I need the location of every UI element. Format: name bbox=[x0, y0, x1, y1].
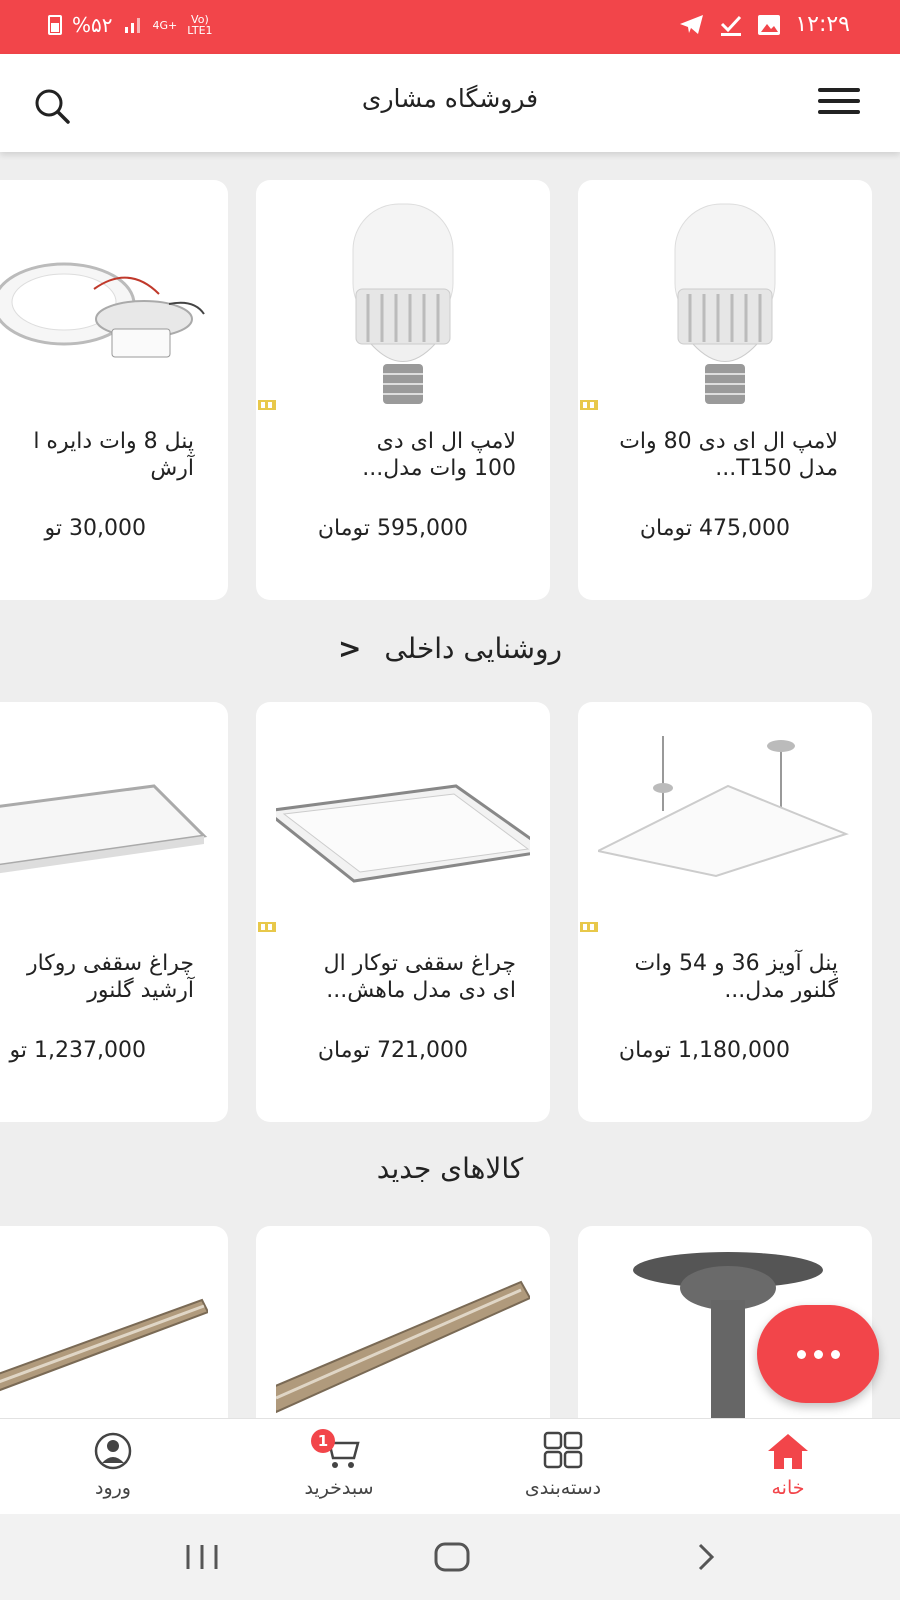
product-name: لامپ ال ای دی 100 وات مدل... bbox=[362, 429, 516, 481]
status-right: ۱۲:۲۹ bbox=[679, 12, 850, 37]
product-row-new bbox=[0, 1226, 900, 1418]
nav-login[interactable]: ورود bbox=[38, 1431, 188, 1499]
product-card[interactable] bbox=[0, 1226, 228, 1418]
chevron-left-icon: < bbox=[337, 632, 362, 665]
recent-apps-icon[interactable] bbox=[182, 1542, 222, 1572]
app-header: فروشگاه مشاری bbox=[0, 54, 900, 152]
product-price: 721,000 تومان bbox=[317, 1038, 468, 1063]
network-type: 4G+ bbox=[152, 18, 178, 32]
brand-badge-icon bbox=[580, 400, 598, 410]
check-download-icon bbox=[721, 15, 742, 36]
gallery-icon bbox=[758, 14, 781, 35]
product-image bbox=[264, 1240, 532, 1418]
product-card[interactable]: پنل 8 وات دایره ا آرش 30,000 تو bbox=[0, 180, 228, 600]
bottom-navigation: خانه دسته‌بندی 1 سبدخرید ورود bbox=[0, 1418, 900, 1514]
menu-icon bbox=[818, 99, 860, 103]
menu-icon bbox=[818, 88, 860, 92]
product-price: 30,000 تو bbox=[44, 516, 146, 541]
volte-bottom: LTE1 bbox=[187, 24, 213, 37]
section-title: روشنایی داخلی bbox=[384, 632, 563, 665]
product-image bbox=[594, 716, 852, 936]
brand-badge-icon bbox=[258, 400, 276, 410]
battery-level: %۵۲ bbox=[72, 13, 113, 37]
product-card[interactable]: پنل آویز 36 و 54 وات گلنور مدل... 1,180,… bbox=[578, 702, 872, 1122]
cart-count-badge: 1 bbox=[311, 1429, 335, 1453]
product-card[interactable] bbox=[256, 1226, 550, 1418]
brand-badge-icon bbox=[258, 922, 276, 932]
product-price: 475,000 تومان bbox=[639, 516, 790, 541]
nav-login-label: ورود bbox=[95, 1477, 131, 1499]
product-card[interactable]: چراغ سقفی روکار آرشید گلنور 1,237,000 تو bbox=[0, 702, 228, 1122]
grid-icon bbox=[543, 1431, 583, 1469]
more-options-button[interactable] bbox=[757, 1305, 879, 1403]
battery-icon bbox=[48, 15, 62, 35]
menu-icon bbox=[818, 110, 860, 114]
volte-indicator: Vo) LTE1 bbox=[187, 14, 212, 36]
brand-badge-icon bbox=[580, 922, 598, 932]
section-new-products: کالاهای جدید bbox=[0, 1152, 900, 1185]
product-row-featured: لامپ ال ای دی 80 وات مدل T150... 475,000… bbox=[0, 180, 900, 600]
page-title: فروشگاه مشاری bbox=[361, 84, 539, 113]
product-image bbox=[0, 1240, 210, 1418]
product-price: 1,180,000 تومان bbox=[618, 1038, 790, 1063]
home-icon bbox=[768, 1434, 808, 1469]
more-dots-icon bbox=[796, 1349, 806, 1359]
nav-home-label: خانه bbox=[771, 1477, 805, 1499]
product-card[interactable]: لامپ ال ای دی 100 وات مدل... 595,000 توم… bbox=[256, 180, 550, 600]
home-system-icon[interactable] bbox=[432, 1542, 472, 1572]
product-row-indoor: پنل آویز 36 و 54 وات گلنور مدل... 1,180,… bbox=[0, 702, 900, 1122]
menu-button[interactable] bbox=[818, 88, 860, 118]
section-title: کالاهای جدید bbox=[376, 1152, 524, 1185]
more-dots-icon bbox=[830, 1349, 840, 1359]
section-indoor-lighting[interactable]: روشنایی داخلی < bbox=[0, 632, 900, 665]
cart-icon-wrap: 1 bbox=[311, 1429, 361, 1471]
product-image bbox=[0, 716, 208, 936]
telegram-icon bbox=[680, 14, 704, 34]
product-name: چراغ سقفی توکار ال ای دی مدل ماهش... bbox=[323, 951, 516, 1003]
product-name: لامپ ال ای دی 80 وات مدل T150... bbox=[619, 429, 838, 481]
clock: ۱۲:۲۹ bbox=[795, 12, 850, 37]
product-card[interactable]: چراغ سقفی توکار ال ای دی مدل ماهش... 721… bbox=[256, 702, 550, 1122]
nav-cart[interactable]: 1 سبدخرید bbox=[264, 1429, 414, 1499]
user-icon bbox=[94, 1432, 132, 1470]
product-image bbox=[598, 194, 852, 414]
product-name: پنل آویز 36 و 54 وات گلنور مدل... bbox=[634, 951, 839, 1003]
nav-categories-label: دسته‌بندی bbox=[524, 1477, 602, 1499]
product-image bbox=[276, 194, 530, 414]
nav-cart-label: سبدخرید bbox=[304, 1477, 374, 1499]
product-price: 1,237,000 تو bbox=[9, 1038, 146, 1063]
status-left: %۵۲ 4G+ Vo) LTE1 bbox=[48, 13, 213, 37]
product-name: چراغ سقفی روکار آرشید گلنور bbox=[26, 951, 194, 1003]
product-price: 595,000 تومان bbox=[317, 516, 468, 541]
home-content: لامپ ال ای دی 80 وات مدل T150... 475,000… bbox=[0, 152, 900, 1418]
nav-categories[interactable]: دسته‌بندی bbox=[488, 1431, 638, 1499]
product-card[interactable]: لامپ ال ای دی 80 وات مدل T150... 475,000… bbox=[578, 180, 872, 600]
signal-icon bbox=[124, 18, 140, 33]
back-icon[interactable] bbox=[690, 1542, 720, 1572]
more-dots-icon bbox=[813, 1349, 823, 1359]
product-image bbox=[262, 716, 550, 936]
system-navigation-bar bbox=[0, 1514, 900, 1600]
status-bar: %۵۲ 4G+ Vo) LTE1 ۱۲:۲۹ bbox=[0, 0, 900, 54]
nav-home[interactable]: خانه bbox=[713, 1431, 863, 1499]
product-image bbox=[0, 194, 208, 414]
product-name: پنل 8 وات دایره ا آرش bbox=[33, 429, 194, 481]
